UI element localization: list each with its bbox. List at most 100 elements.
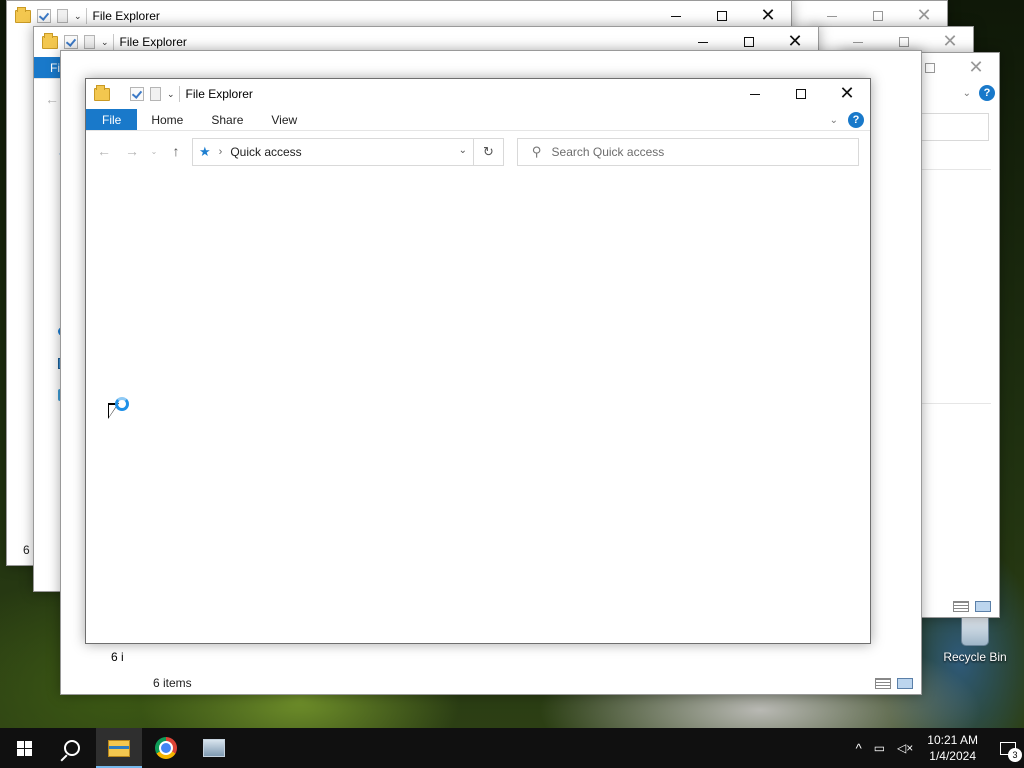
taskbar-chrome[interactable] xyxy=(142,728,190,768)
folder-icon xyxy=(42,32,58,49)
app-icon xyxy=(203,739,225,757)
properties-icon[interactable] xyxy=(64,35,78,49)
search-icon: ⚲ xyxy=(532,144,542,159)
file-explorer-icon xyxy=(108,739,130,757)
show-hidden-icons-button[interactable]: ^ xyxy=(856,741,862,756)
taskbar-search-button[interactable] xyxy=(48,728,96,768)
new-folder-icon[interactable] xyxy=(150,87,161,101)
tab-share[interactable]: Share xyxy=(197,109,257,130)
maximize-icon xyxy=(744,37,754,47)
properties-icon[interactable] xyxy=(37,9,51,23)
large-icons-view-icon[interactable] xyxy=(897,678,913,689)
refresh-button[interactable]: ↻ xyxy=(473,139,503,165)
action-center-button[interactable]: 3 xyxy=(992,728,1024,768)
clock[interactable]: 10:21 AM 1/4/2024 xyxy=(927,732,978,764)
close-icon: ✕ xyxy=(839,83,855,104)
close-icon: ✕ xyxy=(916,5,932,26)
title-separator xyxy=(112,34,114,50)
close-icon: ✕ xyxy=(942,31,958,52)
quick-access-toolbar: ⌄ xyxy=(42,32,109,49)
address-bar[interactable]: ★ › Quick access ⌄ ↻ xyxy=(192,138,504,166)
tab-home[interactable]: Home xyxy=(137,109,197,130)
minimize-icon xyxy=(853,41,863,43)
customize-toolbar-icon[interactable]: ⌄ xyxy=(101,37,109,48)
address-history-dropdown-icon[interactable]: ⌄ xyxy=(459,145,467,156)
clock-date: 1/4/2024 xyxy=(929,749,976,763)
window-title: File Explorer xyxy=(185,87,253,101)
system-tray: ^ ▭ ◁× 10:21 AM 1/4/2024 3 xyxy=(850,728,1024,768)
maximize-icon xyxy=(717,11,727,21)
customize-toolbar-icon[interactable]: ⌄ xyxy=(74,11,82,22)
new-folder-icon[interactable] xyxy=(57,9,68,23)
help-icon[interactable]: ? xyxy=(848,112,864,128)
desktop-icon-recycle-bin[interactable]: Recycle Bin xyxy=(940,616,1010,664)
tab-file[interactable]: File xyxy=(86,109,138,130)
start-button[interactable] xyxy=(0,728,48,768)
volume-muted-icon[interactable]: ◁× xyxy=(897,741,913,755)
close-button[interactable]: ✕ xyxy=(824,79,870,109)
ribbon-right: ⌄ ? xyxy=(963,85,995,101)
details-view-icon[interactable] xyxy=(953,601,969,612)
taskbar-file-explorer[interactable] xyxy=(96,728,142,768)
maximize-icon xyxy=(925,63,935,73)
notification-count-badge: 3 xyxy=(1008,748,1022,762)
view-toggle xyxy=(875,678,913,689)
window-title: File Explorer xyxy=(119,35,187,49)
loading-spinner-icon xyxy=(115,397,129,411)
folder-icon xyxy=(94,84,110,101)
breadcrumb-location[interactable]: Quick access xyxy=(230,145,301,159)
title-bar[interactable]: ⌄ File Explorer ✕ xyxy=(86,79,870,109)
quick-access-toolbar: ⌄ xyxy=(94,84,175,101)
tab-view[interactable]: View xyxy=(257,109,311,130)
search-input[interactable]: ⚲ Search Quick access xyxy=(517,138,859,166)
explorer-window-active[interactable]: ⌄ File Explorer ✕ File Home Share View ⌄… xyxy=(85,78,871,644)
minimize-icon xyxy=(698,41,708,43)
back-button[interactable]: ← xyxy=(92,139,116,163)
help-icon[interactable]: ? xyxy=(979,85,995,101)
search-icon xyxy=(64,740,80,756)
up-button[interactable]: ↑ xyxy=(164,139,188,163)
content-area[interactable] xyxy=(86,201,870,643)
ribbon-tabs: File Home Share View ⌄ ? xyxy=(86,109,870,131)
chrome-icon xyxy=(155,737,177,759)
quick-access-star-icon: ★ xyxy=(199,144,211,159)
maximize-button[interactable] xyxy=(778,79,824,109)
status-items-count-hidden: 6 i xyxy=(111,650,124,664)
close-icon: ✕ xyxy=(968,57,984,78)
breadcrumb-separator-icon[interactable]: › xyxy=(219,146,223,158)
close-button[interactable]: ✕ xyxy=(953,53,999,83)
new-folder-icon[interactable] xyxy=(84,35,95,49)
title-separator xyxy=(178,86,180,102)
ribbon-expand-icon[interactable]: ⌄ xyxy=(963,88,971,99)
quick-access-toolbar: ⌄ xyxy=(15,6,82,23)
busy-cursor xyxy=(108,397,129,419)
forward-button[interactable]: → xyxy=(120,139,144,163)
status-items-count: 6 items xyxy=(153,676,192,690)
network-icon[interactable]: ▭ xyxy=(874,741,885,755)
minimize-icon xyxy=(671,15,681,17)
search-placeholder: Search Quick access xyxy=(551,145,665,159)
details-view-icon[interactable] xyxy=(875,678,891,689)
recycle-bin-icon xyxy=(961,616,989,646)
minimize-icon xyxy=(827,15,837,17)
minimize-button[interactable] xyxy=(732,79,778,109)
folder-icon xyxy=(15,6,31,23)
minimize-icon xyxy=(750,93,760,95)
taskbar: ^ ▭ ◁× 10:21 AM 1/4/2024 3 xyxy=(0,728,1024,768)
window-title: File Explorer xyxy=(92,9,160,23)
maximize-icon xyxy=(899,37,909,47)
properties-icon[interactable] xyxy=(130,87,144,101)
large-icons-view-icon[interactable] xyxy=(975,601,991,612)
maximize-icon xyxy=(796,89,806,99)
ribbon-right: ⌄ ? xyxy=(830,112,864,128)
close-icon: ✕ xyxy=(760,5,776,26)
navigation-bar: ← → ⌄ ↑ ★ › Quick access ⌄ ↻ ⚲ Search Qu… xyxy=(86,131,870,171)
customize-toolbar-icon[interactable]: ⌄ xyxy=(167,89,175,100)
recent-locations-button[interactable]: ⌄ xyxy=(148,139,160,163)
view-toggle xyxy=(953,601,991,612)
status-bar: 6 items xyxy=(139,672,921,694)
clock-time: 10:21 AM xyxy=(927,733,978,747)
ribbon-expand-icon[interactable]: ⌄ xyxy=(830,115,838,126)
title-separator xyxy=(85,8,87,24)
taskbar-app[interactable] xyxy=(190,728,238,768)
